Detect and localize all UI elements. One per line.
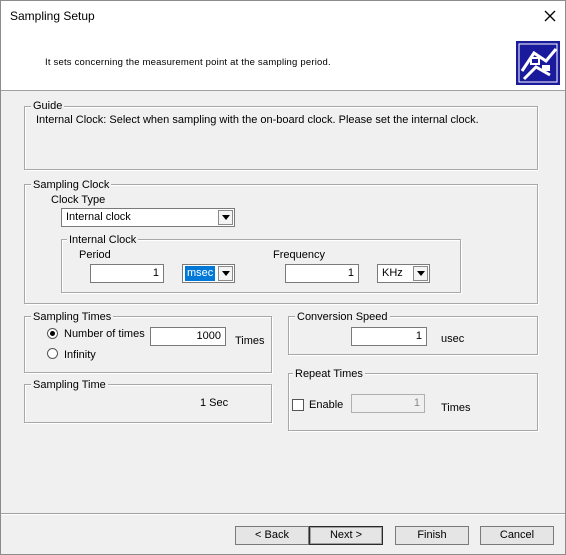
conversion-speed-label: Conversion Speed [295, 311, 390, 323]
repeat-enable-checkbox[interactable] [292, 399, 304, 411]
footer-separator-highlight [1, 514, 565, 515]
conversion-speed-input[interactable]: 1 [351, 327, 427, 346]
repeat-times-unit: Times [441, 402, 471, 414]
sampling-times-unit: Times [235, 335, 265, 347]
chevron-down-icon[interactable] [413, 266, 428, 281]
repeat-times-input[interactable]: 1 [351, 394, 425, 413]
clock-type-label: Clock Type [51, 194, 106, 206]
chevron-down-icon[interactable] [218, 266, 233, 281]
clock-type-value: Internal clock [66, 211, 131, 223]
sampling-time-value: 1 Sec [200, 397, 229, 409]
frequency-unit-value: KHz [382, 267, 403, 279]
internal-clock-label: Internal Clock [67, 234, 139, 246]
frequency-unit-select[interactable]: KHz [377, 264, 430, 283]
chevron-down-icon[interactable] [218, 210, 233, 225]
wizard-logo-icon [516, 41, 560, 85]
conversion-speed-unit: usec [441, 333, 465, 345]
period-label: Period [79, 249, 111, 261]
frequency-label: Frequency [273, 249, 325, 261]
cancel-button[interactable]: Cancel [480, 526, 554, 545]
number-of-times-label[interactable]: Number of times [64, 328, 145, 340]
guide-text: Internal Clock: Select when sampling wit… [36, 114, 479, 126]
infinity-radio[interactable] [47, 348, 58, 359]
number-of-times-radio[interactable] [47, 328, 58, 339]
clock-type-select[interactable]: Internal clock [61, 208, 235, 227]
title-bar: Sampling Setup [1, 1, 565, 32]
infinity-label[interactable]: Infinity [64, 349, 96, 361]
period-unit-value: msec [185, 266, 216, 281]
back-button[interactable]: < Back [235, 526, 309, 545]
guide-label: Guide [31, 100, 65, 112]
period-unit-select[interactable]: msec [182, 264, 235, 283]
repeat-times-label: Repeat Times [293, 368, 365, 380]
finish-button[interactable]: Finish [395, 526, 469, 545]
sampling-times-label: Sampling Times [31, 311, 114, 323]
frequency-input[interactable]: 1 [285, 264, 359, 283]
repeat-enable-label[interactable]: Enable [309, 399, 343, 411]
header-description: It sets concerning the measurement point… [45, 57, 331, 68]
sampling-time-label: Sampling Time [31, 379, 108, 391]
sampling-clock-label: Sampling Clock [31, 179, 112, 191]
window-title: Sampling Setup [10, 9, 95, 23]
close-button[interactable] [537, 4, 563, 28]
period-input[interactable]: 1 [90, 264, 164, 283]
next-button[interactable]: Next > [309, 526, 383, 545]
close-icon [544, 10, 556, 22]
wizard-header: It sets concerning the measurement point… [1, 32, 565, 91]
sampling-times-input[interactable]: 1000 [150, 327, 226, 346]
sampling-setup-dialog: Sampling Setup It sets concerning the me… [0, 0, 566, 555]
